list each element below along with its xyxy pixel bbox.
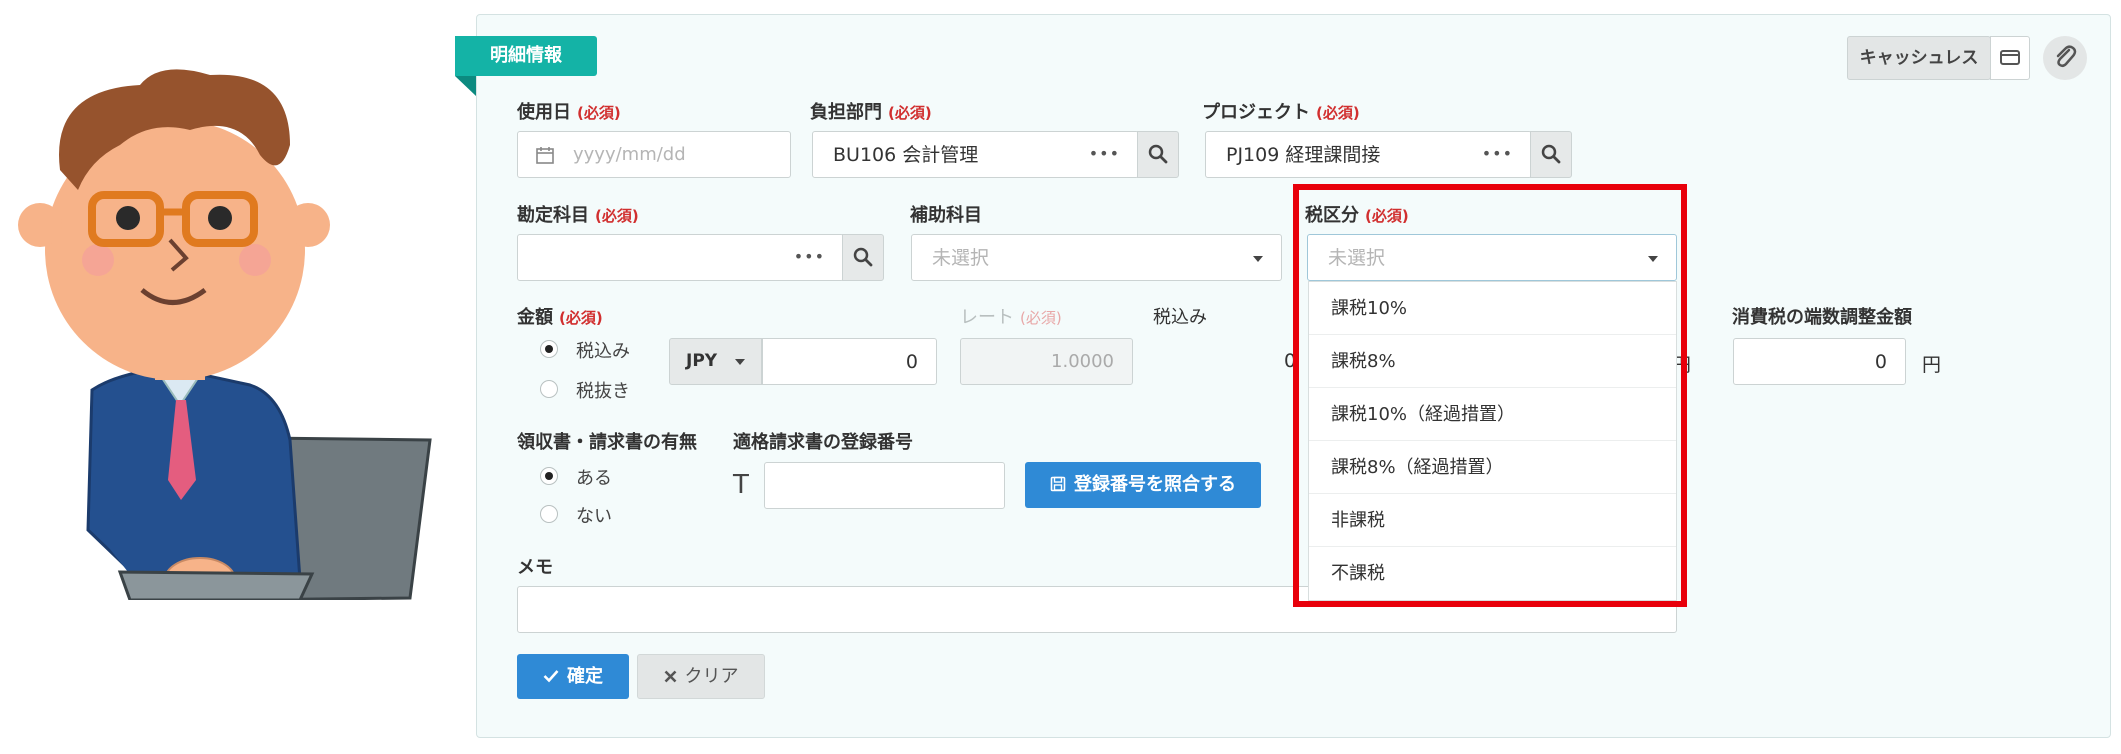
project-value: PJ109 経理課間接 xyxy=(1226,144,1381,166)
project-search-button[interactable] xyxy=(1530,131,1572,178)
search-icon xyxy=(1541,144,1561,164)
check-icon xyxy=(543,670,559,683)
account-search-button[interactable] xyxy=(842,234,884,281)
attach-button[interactable] xyxy=(2043,36,2087,80)
paperclip-icon xyxy=(2056,45,2077,68)
invoice-number-label: 適格請求書の登録番号 xyxy=(733,432,913,453)
department-search-button[interactable] xyxy=(1137,131,1179,178)
amount-tax-included-label: 税込み xyxy=(576,341,630,362)
detail-info-badge: 明細情報 xyxy=(455,36,597,76)
amount-value: 0 xyxy=(905,351,918,373)
tax-included-label: 税込み xyxy=(1153,307,1207,328)
project-input[interactable]: PJ109 経理課間接 ••• xyxy=(1205,131,1532,178)
amount-tax-excluded-radio[interactable] xyxy=(540,380,558,398)
amount-label: 金額 (必須) xyxy=(517,307,603,328)
invoice-prefix: T xyxy=(733,470,749,500)
confirm-button[interactable]: 確定 xyxy=(517,654,629,699)
calendar-icon xyxy=(536,147,554,164)
verify-registration-button[interactable]: 登録番号を照合する xyxy=(1025,462,1261,508)
sub-account-placeholder: 未選択 xyxy=(932,247,990,269)
department-input[interactable]: BU106 会計管理 ••• xyxy=(812,131,1139,178)
tax-adjust-input[interactable]: 0 xyxy=(1733,338,1906,385)
amount-tax-included-radio[interactable] xyxy=(540,340,558,358)
account-input[interactable]: ••• xyxy=(517,234,844,281)
sub-account-label: 補助科目 xyxy=(910,205,982,226)
card-icon-button[interactable] xyxy=(1990,36,2030,80)
businessman-illustration xyxy=(18,69,432,600)
account-label: 勘定科目 (必須) xyxy=(517,205,639,226)
sub-account-select[interactable]: 未選択 xyxy=(911,234,1282,281)
usage-date-placeholder: yyyy/mm/dd xyxy=(573,144,686,165)
more-icon[interactable]: ••• xyxy=(794,235,825,279)
usage-date-input[interactable]: yyyy/mm/dd xyxy=(517,131,791,178)
receipt-no-radio[interactable] xyxy=(540,505,558,523)
usage-date-label: 使用日 (必須) xyxy=(517,102,621,123)
project-label: プロジェクト (必須) xyxy=(1202,102,1360,123)
save-icon xyxy=(1050,476,1066,492)
tax-adjust-unit: 円 xyxy=(1922,354,1942,376)
chevron-down-icon xyxy=(1253,256,1263,262)
highlight-box xyxy=(1293,184,1687,607)
more-icon[interactable]: ••• xyxy=(1482,132,1513,176)
rate-input: 1.0000 xyxy=(960,338,1133,385)
receipt-no-label: ない xyxy=(576,506,612,527)
currency-value: JPY xyxy=(686,351,718,371)
tax-adjust-label: 消費税の端数調整金額 xyxy=(1732,307,1912,328)
tax-adjust-value: 0 xyxy=(1874,351,1887,373)
amount-tax-excluded-label: 税抜き xyxy=(576,381,630,402)
badge-fold xyxy=(455,76,476,96)
invoice-number-input[interactable] xyxy=(764,462,1005,509)
department-value: BU106 会計管理 xyxy=(833,144,979,166)
amount-input[interactable]: 0 xyxy=(762,338,937,385)
chevron-down-icon xyxy=(735,359,745,365)
department-label: 負担部門 (必須) xyxy=(810,102,932,123)
rate-label: レート (必須) xyxy=(960,307,1062,328)
receipt-label: 領収書・請求書の有無 xyxy=(517,432,697,453)
memo-label: メモ xyxy=(517,557,553,578)
currency-select[interactable]: JPY xyxy=(669,338,762,385)
receipt-yes-label: ある xyxy=(576,468,612,489)
cashless-button[interactable]: キャッシュレス xyxy=(1847,36,1991,80)
more-icon[interactable]: ••• xyxy=(1089,132,1120,176)
search-icon xyxy=(853,247,873,267)
rate-value: 1.0000 xyxy=(1051,351,1114,372)
search-icon xyxy=(1148,144,1168,164)
clear-button[interactable]: クリア xyxy=(637,654,765,699)
card-icon xyxy=(2000,50,2020,65)
receipt-yes-radio[interactable] xyxy=(540,467,558,485)
close-icon xyxy=(664,670,676,683)
